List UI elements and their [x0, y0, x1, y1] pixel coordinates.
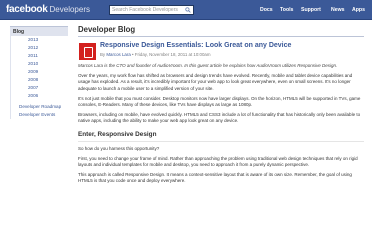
page-title: Developer Blog [78, 25, 364, 37]
sidebar-item-2006[interactable]: 2006 [11, 92, 68, 100]
sidebar-years: 2013 2012 2011 2010 2009 2008 2007 2006 … [10, 36, 68, 119]
search-input[interactable]: Search Facebook Developers [109, 5, 194, 15]
sidebar-item-2007[interactable]: 2007 [11, 84, 68, 92]
sidebar-link-roadmap[interactable]: Developer Roadmap [11, 103, 68, 111]
logo-product: Developers [49, 5, 90, 14]
section-heading: Enter, Responsive Design [78, 131, 364, 142]
facebook-developers-logo[interactable]: facebook Developers [6, 4, 90, 16]
post-date: • Friday, November 18, 2011 at 10:00am [132, 52, 211, 57]
post-title[interactable]: Responsive Design Essentials: Look Great… [100, 42, 291, 49]
post-paragraph: So how do you harness this opportunity? [78, 145, 160, 151]
sidebar-item-2009[interactable]: 2009 [11, 68, 68, 76]
logo-brand: facebook [6, 4, 48, 15]
post-meta-prefix: By [100, 52, 106, 57]
search-placeholder: Search Facebook Developers [112, 7, 178, 13]
sidebar-item-2011[interactable]: 2011 [11, 52, 68, 60]
sidebar-link-events[interactable]: Developer Events [11, 111, 68, 119]
author-link[interactable]: Marcos Lara [106, 52, 130, 57]
nav-support[interactable]: Support [301, 7, 321, 13]
sidebar-item-2012[interactable]: 2012 [11, 44, 68, 52]
sidebar-item-2013[interactable]: 2013 [11, 36, 68, 44]
sidebar-item-2010[interactable]: 2010 [11, 60, 68, 68]
search-icon[interactable] [185, 7, 191, 13]
post-paragraph: Browsers, including on mobile, have evol… [78, 112, 361, 124]
top-bar: facebook Developers Search Facebook Deve… [0, 0, 372, 20]
post-paragraph: First, you need to change your frame of … [78, 155, 358, 168]
nav-docs[interactable]: Docs [260, 7, 273, 13]
post-paragraph: This approach is called Responsive Desig… [78, 172, 352, 184]
sidebar-item-2008[interactable]: 2008 [11, 76, 68, 84]
post-paragraph: It's not just mobile that you must consi… [78, 95, 361, 108]
sidebar-heading[interactable]: Blog [10, 26, 68, 36]
post-intro: Marcos Lara is the CTO and founder of Au… [78, 63, 338, 68]
main-content: Developer Blog Responsive Design Essenti… [78, 25, 364, 185]
sidebar: Blog 2013 2012 2011 2010 2009 2008 2007 … [10, 26, 68, 119]
post-meta: By Marcos Lara • Friday, November 18, 20… [100, 52, 211, 57]
post-header: Responsive Design Essentials: Look Great… [78, 41, 364, 61]
nav-tools[interactable]: Tools [280, 7, 293, 13]
author-avatar[interactable] [79, 43, 96, 60]
post-paragraph: Over the years, my work flow has shifted… [78, 73, 353, 91]
nav-news[interactable]: News [331, 7, 345, 13]
nav-apps[interactable]: Apps [352, 7, 365, 13]
